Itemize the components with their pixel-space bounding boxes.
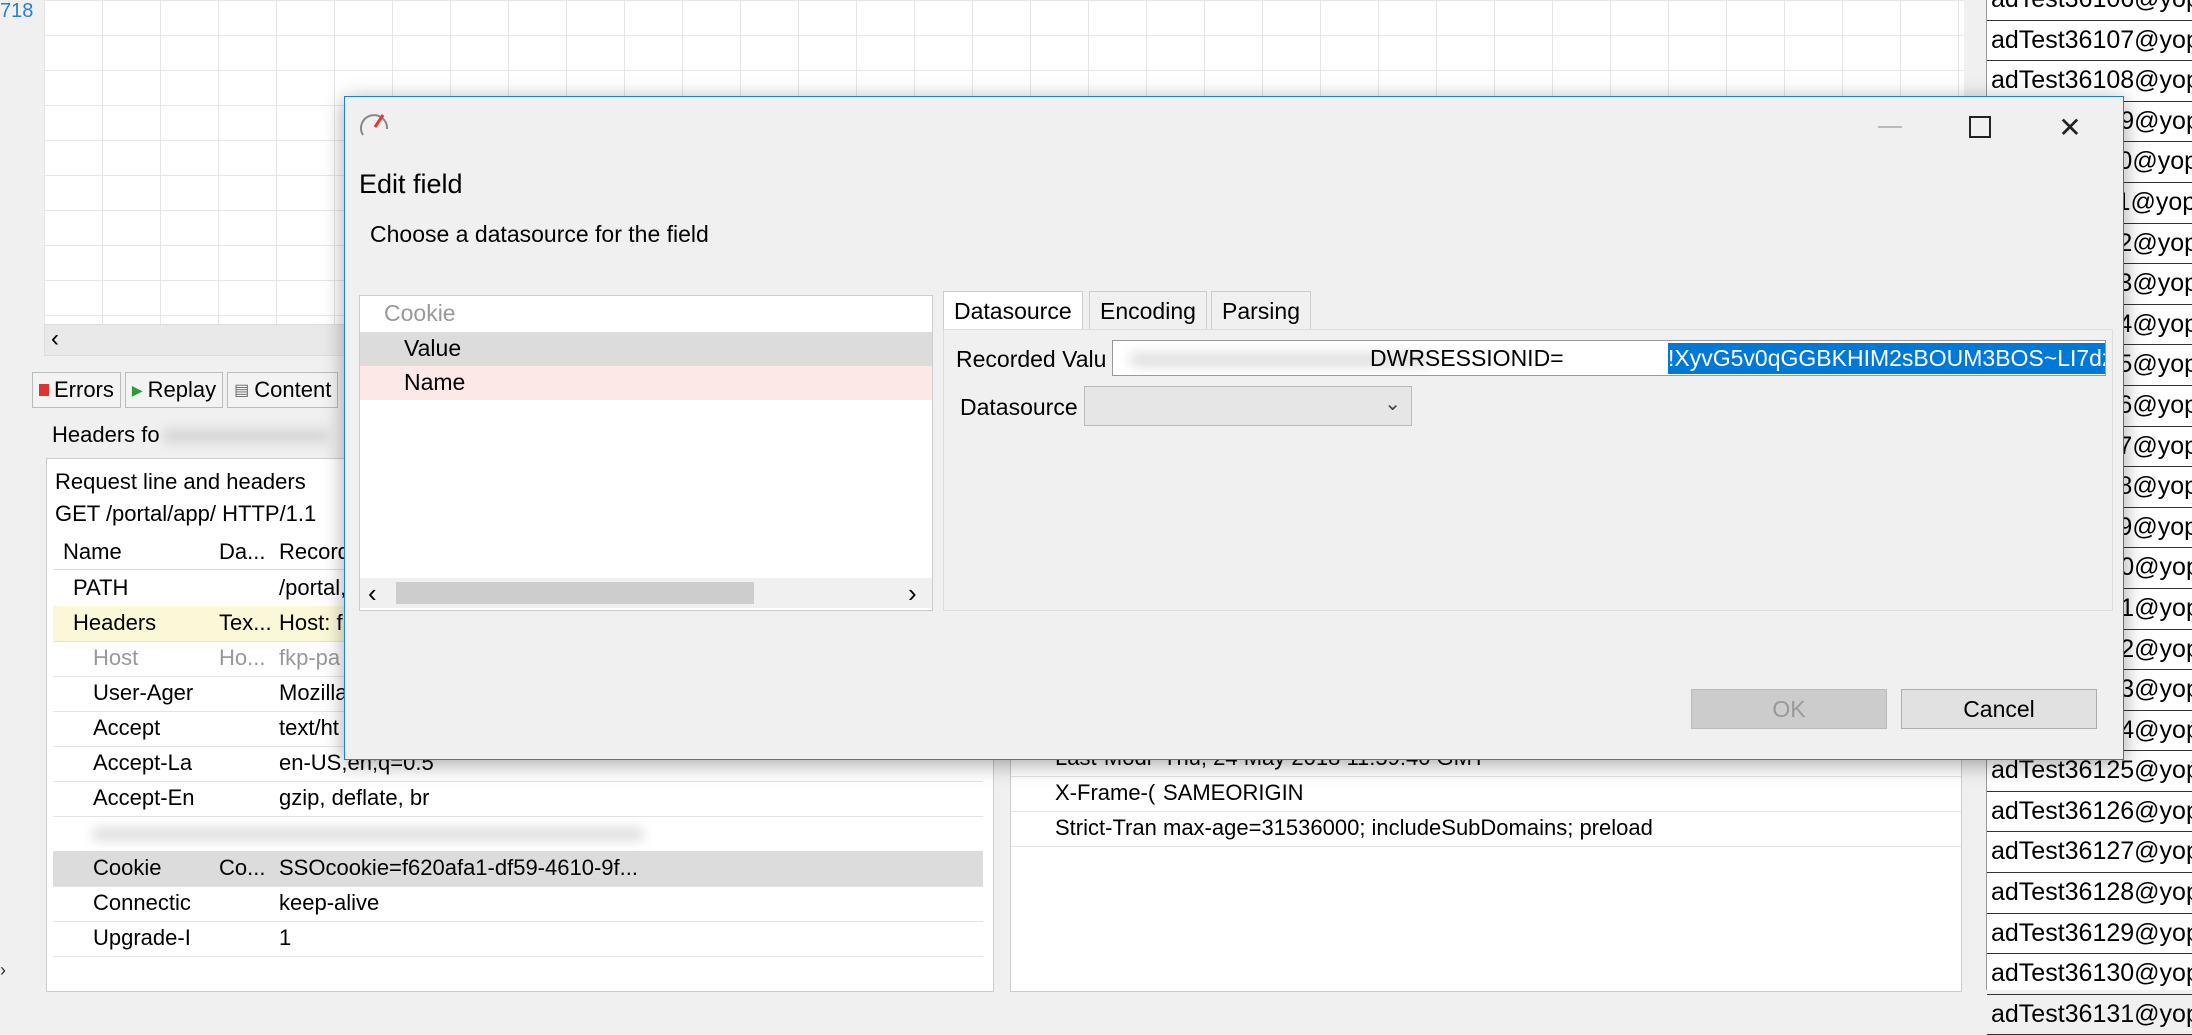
- dialog-subtitle: Choose a datasource for the field: [370, 221, 709, 247]
- play-icon: ▶: [131, 381, 143, 398]
- tree-node-name[interactable]: Name: [360, 366, 932, 400]
- table-row[interactable]: Accept-En gzip, deflate, br: [53, 781, 983, 817]
- minimize-button[interactable]: [1845, 97, 1935, 157]
- error-icon: [39, 384, 49, 396]
- tab-errors[interactable]: Errors: [32, 372, 121, 408]
- tab-parsing[interactable]: Parsing: [1211, 291, 1311, 331]
- tree-horizontal-scrollbar[interactable]: ‹ ›: [360, 578, 932, 608]
- request-line: GET /portal/app/ HTTP/1.1: [55, 501, 317, 526]
- blurred-row: xxxxxxxxxxxxxxxxxxxxxxxxxxxxxxxxxxxxxxxx…: [53, 816, 983, 852]
- column-datasource[interactable]: Da...: [219, 539, 265, 565]
- table-row[interactable]: Connectic keep-alive: [53, 886, 983, 922]
- scroll-thumb[interactable]: [396, 582, 754, 604]
- bottom-tab-bar: Errors ▶ Replay ▤ Content: [32, 372, 339, 408]
- scroll-left-icon[interactable]: ‹: [51, 325, 59, 353]
- column-recorded[interactable]: Record: [279, 539, 350, 565]
- list-item[interactable]: adTest36106@yop: [1987, 0, 2192, 21]
- scroll-right-icon[interactable]: ›: [908, 578, 917, 609]
- table-row[interactable]: Upgrade-I 1: [53, 921, 983, 957]
- list-item[interactable]: adTest36127@yop: [1987, 832, 2192, 874]
- table-row[interactable]: X-Frame-(SAMEORIGIN: [1011, 776, 1961, 812]
- tab-content[interactable]: ▤ Content: [227, 372, 339, 408]
- maximize-icon: [1969, 116, 1991, 138]
- tab-replay[interactable]: ▶ Replay: [124, 372, 224, 408]
- document-icon: ▤: [234, 382, 250, 399]
- scroll-left-icon[interactable]: ‹: [368, 578, 377, 609]
- request-title: Request line and headers: [55, 469, 306, 494]
- left-edge-label: 718: [0, 0, 34, 22]
- table-row[interactable]: Strict-Tran max-age=31536000; includeSubD…: [1011, 811, 1961, 847]
- recorded-value-label: Recorded Valu: [956, 346, 1107, 372]
- left-edge-expander-icon[interactable]: ›: [0, 960, 6, 981]
- selected-text: !XyvG5v0qGGBKHIM2sBOUM3BOS~LI7dzsgm: [1668, 343, 2105, 374]
- field-tree: Cookie Value Name ‹ ›: [359, 295, 933, 611]
- list-item[interactable]: adTest36128@yop: [1987, 873, 2192, 914]
- list-item[interactable]: adTest36131@yop: [1987, 995, 2192, 1035]
- ok-button[interactable]: OK: [1691, 689, 1887, 729]
- close-button[interactable]: ✕: [2025, 97, 2115, 157]
- upper-horizontal-scrollbar[interactable]: ‹: [44, 324, 346, 356]
- tab-encoding[interactable]: Encoding: [1089, 291, 1207, 331]
- edit-field-dialog: ✕ Edit field Choose a datasource for the…: [344, 96, 2124, 760]
- table-row[interactable]: Cookie Co... SSOcookie=f620afa1-df59-4610-…: [53, 851, 983, 887]
- maximize-button[interactable]: [1935, 97, 2025, 157]
- dialog-title: Edit field: [359, 169, 463, 199]
- response-headers-panel: Last-ModiThu, 24 May 2018 11:59:40 GMT X…: [1010, 740, 1962, 992]
- tab-datasource[interactable]: Datasource: [943, 291, 1083, 331]
- close-icon: ✕: [2058, 111, 2082, 143]
- headers-for-label: Headers fo xxxxxxxxxxxxxxx: [52, 422, 329, 447]
- list-item[interactable]: adTest36129@yop: [1987, 914, 2192, 955]
- list-item[interactable]: adTest36126@yop: [1987, 792, 2192, 833]
- cancel-button[interactable]: Cancel: [1901, 689, 2097, 729]
- app-speedometer-icon: [359, 109, 391, 147]
- recorded-value-field[interactable]: xxxxxxxxxxxxxxxxxxxxxxxxxx DWRSESSIONID=…: [1112, 340, 2106, 376]
- tree-node-cookie[interactable]: Cookie: [384, 300, 456, 327]
- datasource-label: Datasource: [960, 394, 1078, 420]
- list-item[interactable]: adTest36107@yop: [1987, 21, 2192, 62]
- column-name[interactable]: Name: [63, 539, 122, 565]
- chevron-down-icon: ⌄: [1384, 393, 1401, 415]
- datasource-select[interactable]: ⌄: [1084, 386, 1412, 426]
- dialog-tab-area: Datasource Encoding Parsing Recorded Val…: [943, 291, 2113, 611]
- list-item[interactable]: adTest36130@yop: [1987, 954, 2192, 995]
- minimize-icon: [1878, 126, 1902, 128]
- tree-node-value[interactable]: Value: [360, 332, 932, 366]
- datasource-tab-content: Recorded Valu xxxxxxxxxxxxxxxxxxxxxxxxxx…: [943, 329, 2113, 611]
